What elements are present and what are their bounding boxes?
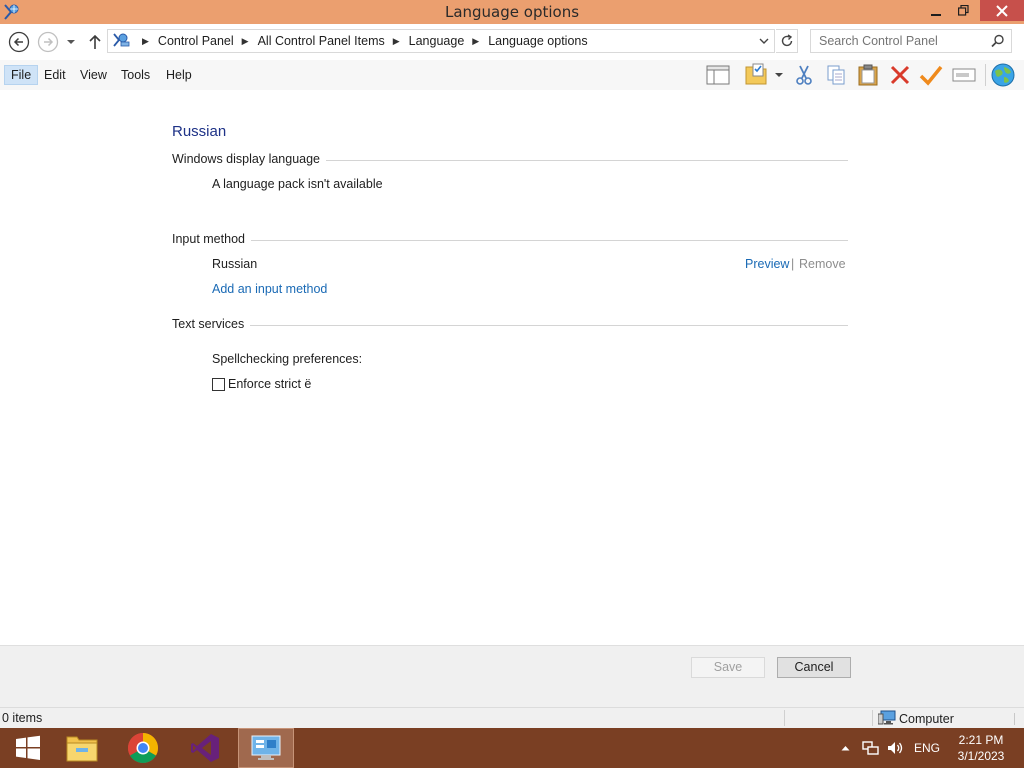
preview-link[interactable]: Preview xyxy=(745,257,789,271)
spellchecking-preferences-label: Spellchecking preferences: xyxy=(212,352,363,366)
breadcrumb-all-items[interactable]: All Control Panel Items xyxy=(258,34,385,48)
section-divider xyxy=(172,325,848,326)
show-hidden-icons-chevron-icon[interactable] xyxy=(838,728,852,768)
forward-button[interactable] xyxy=(37,31,59,53)
checkmark-icon[interactable] xyxy=(918,62,944,88)
globe-icon[interactable] xyxy=(990,62,1016,88)
chrome-icon[interactable] xyxy=(115,728,171,768)
taskbar: ENG 2:21 PM 3/1/2023 xyxy=(0,728,1024,768)
breadcrumb-separator-icon: ▶ xyxy=(241,35,249,46)
start-icon[interactable] xyxy=(0,728,56,768)
paste-icon[interactable] xyxy=(855,62,881,88)
resize-grip[interactable] xyxy=(1014,713,1015,725)
menu-edit[interactable]: Edit xyxy=(38,65,72,85)
breadcrumb-control-panel[interactable]: Control Panel xyxy=(158,34,234,48)
language-title: Russian xyxy=(172,123,227,140)
section-label: Windows display language xyxy=(172,152,327,166)
zone-label: Computer xyxy=(899,712,954,726)
menu-help[interactable]: Help xyxy=(160,65,198,85)
breadcrumb-language-options[interactable]: Language options xyxy=(488,34,587,48)
language-options-panel: Russian Windows display language A langu… xyxy=(0,90,1024,645)
clock-date: 3/1/2023 xyxy=(957,749,1005,763)
folder-options-chevron-icon[interactable] xyxy=(771,62,787,88)
breadcrumb-separator-icon: ▶ xyxy=(142,35,149,46)
section-label: Input method xyxy=(172,232,251,246)
delete-icon[interactable] xyxy=(887,62,913,88)
breadcrumb-separator-icon: ▶ xyxy=(392,35,400,46)
menu-view[interactable]: View xyxy=(74,65,113,85)
clock-time: 2:21 PM xyxy=(958,733,1004,747)
close-button[interactable] xyxy=(980,0,1024,21)
folder-checklist-icon[interactable] xyxy=(743,62,769,88)
clock[interactable]: 2:21 PM 3/1/2023 xyxy=(950,732,1012,764)
status-bar: 0 items Computer xyxy=(0,707,1024,728)
section-label: Text services xyxy=(172,317,251,331)
menu-file[interactable]: File xyxy=(4,65,39,85)
rename-icon[interactable] xyxy=(951,62,977,88)
copy-icon[interactable] xyxy=(823,62,849,88)
enforce-strict-yo-checkbox[interactable] xyxy=(212,378,225,391)
cut-icon[interactable] xyxy=(791,62,817,88)
cancel-button[interactable]: Cancel xyxy=(777,657,851,678)
add-input-method-link[interactable]: Add an input method xyxy=(212,282,327,296)
minimize-button[interactable] xyxy=(922,0,950,21)
address-dropdown-chevron-icon[interactable] xyxy=(755,29,773,53)
status-divider xyxy=(784,710,785,726)
save-button[interactable]: Save xyxy=(691,657,765,678)
section-display-language: Windows display language xyxy=(172,152,848,168)
network-icon[interactable] xyxy=(860,728,882,768)
restore-button[interactable] xyxy=(950,0,976,21)
breadcrumb-language[interactable]: Language xyxy=(409,34,465,48)
menu-tools[interactable]: Tools xyxy=(115,65,156,85)
up-button[interactable] xyxy=(84,31,106,53)
status-zone: Computer xyxy=(877,710,954,728)
control-panel-small-icon xyxy=(112,32,130,51)
refresh-button[interactable] xyxy=(776,29,798,53)
status-divider xyxy=(872,710,873,726)
title-bar: Language options xyxy=(0,0,1024,24)
breadcrumb-separator-icon: ▶ xyxy=(472,35,480,46)
window-title: Language options xyxy=(444,3,580,21)
address-bar[interactable]: ▶ Control Panel ▶ All Control Panel Item… xyxy=(107,29,775,53)
section-divider xyxy=(172,240,848,241)
toolbar-separator xyxy=(985,64,986,86)
input-language-indicator[interactable]: ENG xyxy=(910,728,944,768)
breadcrumb: ▶ Control Panel ▶ All Control Panel Item… xyxy=(112,30,588,52)
visual-studio-icon[interactable] xyxy=(177,728,233,768)
layout-pane-icon[interactable] xyxy=(705,62,731,88)
item-count: 0 items xyxy=(2,711,43,725)
display-language-message: A language pack isn't available xyxy=(212,177,383,191)
dialog-button-bar: Save Cancel xyxy=(0,645,1024,707)
control-panel-icon[interactable] xyxy=(238,728,294,768)
search-input[interactable] xyxy=(811,30,989,52)
computer-icon xyxy=(877,710,896,728)
recent-locations-chevron-icon[interactable] xyxy=(62,31,80,53)
section-input-method: Input method xyxy=(172,232,848,248)
search-box[interactable] xyxy=(810,29,1012,53)
section-text-services: Text services xyxy=(172,317,848,333)
back-button[interactable] xyxy=(8,31,30,53)
link-separator: | xyxy=(791,257,795,271)
enforce-strict-yo-label[interactable]: Enforce strict ё xyxy=(228,377,311,391)
volume-icon[interactable] xyxy=(884,728,906,768)
remove-link[interactable]: Remove xyxy=(799,257,846,271)
input-method-name: Russian xyxy=(212,257,258,271)
search-icon[interactable] xyxy=(991,34,1005,51)
address-row: ▶ Control Panel ▶ All Control Panel Item… xyxy=(0,24,1024,60)
file-explorer-icon[interactable] xyxy=(54,728,110,768)
